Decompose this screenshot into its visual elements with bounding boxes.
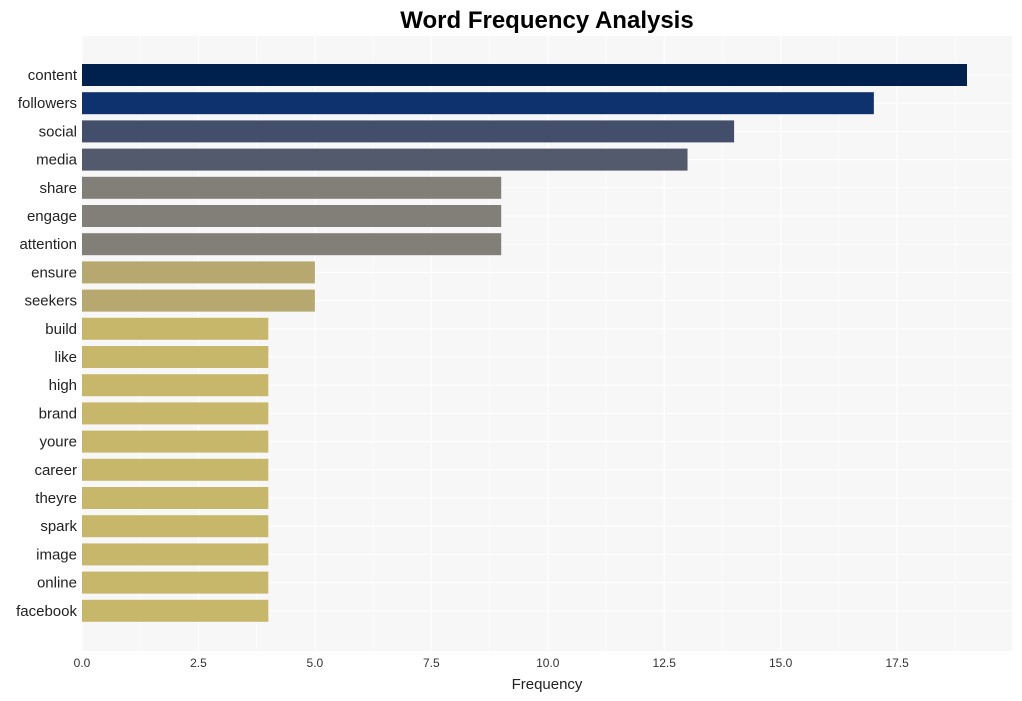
y-tick-label: like <box>54 349 77 366</box>
y-tick-label: seekers <box>24 293 77 310</box>
x-tick-label: 2.5 <box>190 656 207 670</box>
y-tick-label: followers <box>18 95 77 112</box>
y-tick-label: content <box>28 67 78 84</box>
bar-engage <box>82 205 502 227</box>
y-axis-tick-labels: content followers social media share engage at… <box>16 67 78 620</box>
bar-media <box>82 148 688 171</box>
bar-online <box>82 571 269 594</box>
bar-attention <box>82 233 502 256</box>
y-tick-label: facebook <box>16 603 77 620</box>
bar-like <box>82 346 269 368</box>
bar-build <box>82 317 269 340</box>
y-tick-label: share <box>39 180 77 197</box>
bar-social <box>82 120 735 143</box>
x-axis-tick-labels: 0.0 2.5 5.0 7.5 10.0 12.5 15.0 17.5 <box>74 656 909 670</box>
y-tick-label: media <box>36 152 78 169</box>
y-tick-label: brand <box>39 405 77 422</box>
y-tick-label: ensure <box>31 264 77 281</box>
y-tick-label: engage <box>27 208 77 225</box>
bar-youre <box>82 430 269 453</box>
x-tick-label: 12.5 <box>653 656 677 670</box>
x-tick-label: 7.5 <box>423 656 440 670</box>
bar-high <box>82 374 269 397</box>
bar-ensure <box>82 261 315 284</box>
bar-share <box>82 176 502 199</box>
bar-brand <box>82 402 269 425</box>
bar-spark <box>82 515 269 538</box>
y-tick-label: youre <box>39 434 77 451</box>
bar-content <box>82 64 967 86</box>
y-tick-label: spark <box>40 518 77 535</box>
bar-image <box>82 543 269 566</box>
bar-followers <box>82 92 874 115</box>
x-tick-label: 0.0 <box>74 656 91 670</box>
y-tick-label: social <box>39 123 77 140</box>
word-frequency-chart: content followers social media share engage at… <box>16 7 1012 693</box>
chart-title: Word Frequency Analysis <box>400 7 693 34</box>
y-tick-label: theyre <box>35 490 77 507</box>
y-tick-label: online <box>37 575 77 592</box>
x-axis-label: Frequency <box>512 676 583 693</box>
y-tick-label: career <box>34 462 77 479</box>
y-tick-label: build <box>45 321 77 338</box>
bar-career <box>82 458 269 481</box>
y-tick-label: attention <box>19 236 77 253</box>
x-tick-label: 15.0 <box>769 656 793 670</box>
y-tick-label: image <box>36 546 77 563</box>
bar-theyre <box>82 487 269 509</box>
x-tick-label: 10.0 <box>536 656 560 670</box>
bar-facebook <box>82 599 269 622</box>
x-tick-label: 17.5 <box>885 656 909 670</box>
y-tick-label: high <box>49 377 77 394</box>
bar-seekers <box>82 289 315 312</box>
x-tick-label: 5.0 <box>307 656 324 670</box>
